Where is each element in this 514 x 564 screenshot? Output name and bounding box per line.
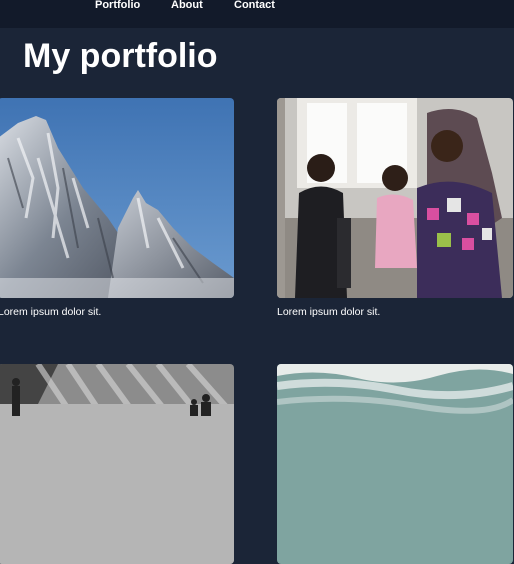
card-caption: Lorem ipsum dolor sit. [0, 306, 102, 318]
mountain-peaks-photo[interactable] [0, 98, 234, 298]
card-caption: Lorem ipsum dolor sit. [277, 306, 381, 318]
people-seated-in-room-photo[interactable] [277, 98, 513, 298]
city-street-photo[interactable] [0, 364, 234, 564]
nav-link-portfolio[interactable]: Portfolio [95, 0, 140, 11]
ocean-waves-photo[interactable] [277, 364, 513, 564]
nav-link-about[interactable]: About [171, 0, 203, 11]
nav-link-contact[interactable]: Contact [234, 0, 275, 11]
page-title: My portfolio [23, 37, 218, 75]
